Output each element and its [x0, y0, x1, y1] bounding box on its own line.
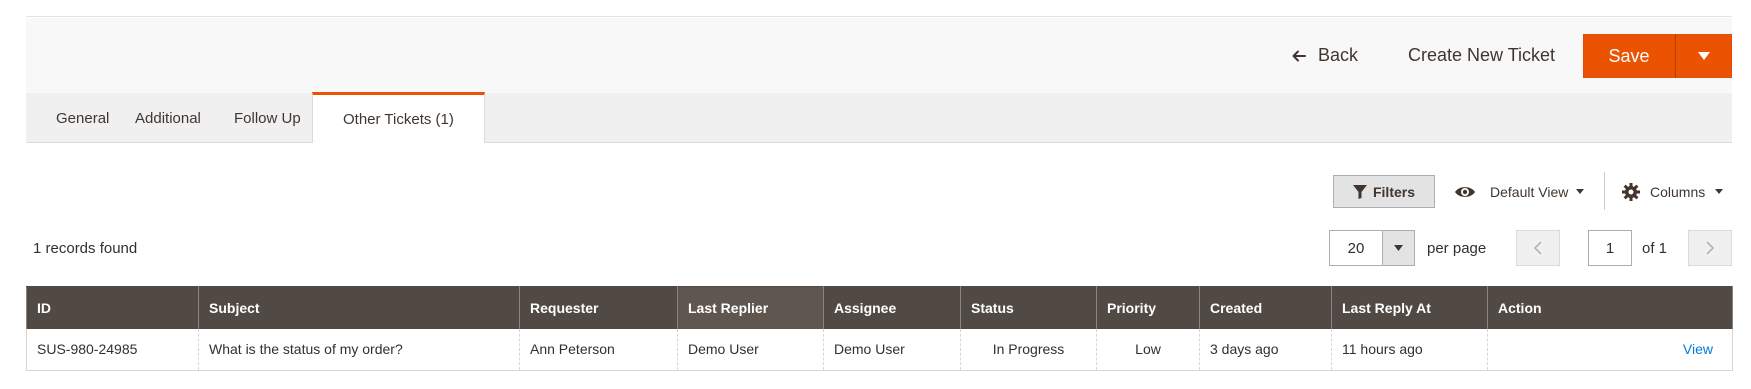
- cell-subject: What is the status of my order?: [198, 328, 520, 371]
- table-row[interactable]: SUS-980-24985 What is the status of my o…: [26, 328, 1733, 371]
- cell-last-replier: Demo User: [677, 328, 824, 371]
- view-link[interactable]: View: [1487, 328, 1733, 371]
- tab-additional-label: Additional: [135, 109, 201, 127]
- arrow-left-icon: [1292, 50, 1306, 61]
- filters-button[interactable]: Filters: [1333, 175, 1435, 208]
- page-actions-bar: Back Create New Ticket Save: [26, 18, 1732, 93]
- top-divider: [26, 0, 1732, 17]
- records-found: 1 records found: [33, 239, 138, 257]
- grid-toolbar-pager: 1 records found 20 per page 1 of 1: [26, 228, 1732, 268]
- tickets-grid: ID Subject Requester Last Replier Assign…: [26, 286, 1733, 371]
- chevron-right-icon: [1706, 241, 1714, 255]
- create-new-ticket-button[interactable]: Create New Ticket: [1408, 18, 1555, 93]
- tab-bar: General Additional Follow Up Other Ticke…: [26, 92, 1732, 143]
- create-new-ticket-label: Create New Ticket: [1408, 45, 1556, 65]
- tab-other-tickets-label: Other Tickets (1): [343, 110, 454, 128]
- next-page-button[interactable]: [1688, 230, 1732, 266]
- column-header-last-reply-at[interactable]: Last Reply At: [1331, 286, 1488, 329]
- tab-general-label: General: [56, 109, 110, 127]
- columns-dropdown[interactable]: Columns: [1622, 175, 1724, 208]
- funnel-icon: [1352, 184, 1367, 199]
- per-page-label: per page: [1427, 239, 1487, 257]
- caret-down-icon: [1715, 189, 1724, 194]
- back-label: Back: [1318, 45, 1359, 65]
- column-header-created[interactable]: Created: [1199, 286, 1332, 329]
- save-label: Save: [1608, 45, 1650, 66]
- per-page-value[interactable]: 20: [1330, 231, 1382, 265]
- column-header-subject[interactable]: Subject: [198, 286, 520, 329]
- default-view-dropdown[interactable]: Default View: [1454, 175, 1585, 208]
- gear-icon: [1622, 182, 1640, 201]
- cell-assignee: Demo User: [823, 328, 961, 371]
- previous-page-button[interactable]: [1516, 230, 1560, 266]
- tab-other-tickets[interactable]: Other Tickets (1): [312, 92, 485, 143]
- cell-created: 3 days ago: [1199, 328, 1332, 371]
- cell-last-reply-at: 11 hours ago: [1331, 328, 1488, 371]
- total-pages-label: of 1: [1642, 239, 1668, 257]
- cell-status: In Progress: [960, 328, 1097, 371]
- save-split-button: Save: [1583, 34, 1732, 78]
- column-header-priority[interactable]: Priority: [1096, 286, 1200, 329]
- per-page-select[interactable]: 20: [1329, 230, 1415, 266]
- column-header-status[interactable]: Status: [960, 286, 1097, 329]
- columns-label: Columns: [1650, 183, 1706, 200]
- filters-label: Filters: [1372, 183, 1415, 200]
- grid-toolbar-top: Filters Default View Columns: [26, 170, 1732, 210]
- back-button[interactable]: Back: [1292, 18, 1358, 93]
- default-view-label: Default View: [1490, 183, 1569, 200]
- column-header-id[interactable]: ID: [26, 286, 199, 329]
- current-page-input[interactable]: 1: [1588, 230, 1632, 266]
- per-page-toggle[interactable]: [1382, 231, 1414, 265]
- triangle-down-icon: [1697, 52, 1710, 60]
- cell-id: SUS-980-24985: [26, 328, 199, 371]
- save-options-toggle[interactable]: [1675, 34, 1732, 78]
- eye-icon: [1455, 186, 1475, 197]
- column-header-assignee[interactable]: Assignee: [823, 286, 961, 329]
- column-header-last-replier[interactable]: Last Replier: [677, 286, 824, 329]
- tab-follow-up-label: Follow Up: [234, 109, 301, 127]
- chevron-left-icon: [1534, 241, 1542, 255]
- caret-down-icon: [1576, 189, 1585, 194]
- cell-priority: Low: [1096, 328, 1200, 371]
- save-button[interactable]: Save: [1583, 34, 1675, 78]
- cell-requester: Ann Peterson: [519, 328, 678, 371]
- caret-down-icon: [1394, 245, 1403, 251]
- toolbar-separator: [1604, 172, 1605, 210]
- grid-header-row: ID Subject Requester Last Replier Assign…: [26, 286, 1733, 329]
- column-header-action: Action: [1487, 286, 1733, 329]
- column-header-requester[interactable]: Requester: [519, 286, 678, 329]
